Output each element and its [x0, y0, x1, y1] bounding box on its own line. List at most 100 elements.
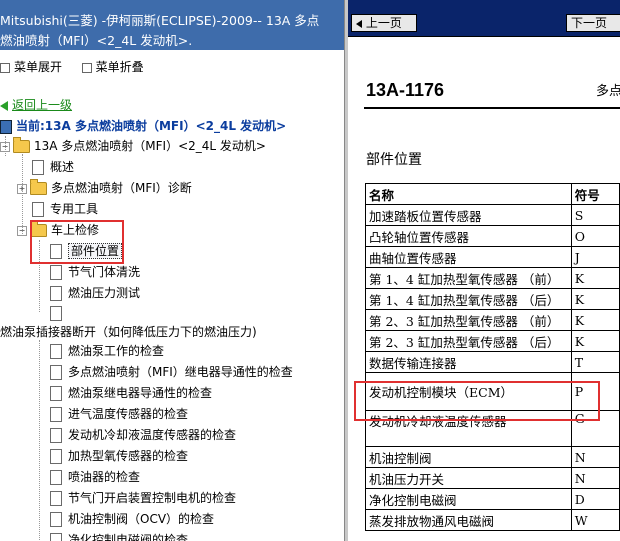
title-line-1: Mitsubishi(三菱) -伊柯丽斯(ECLIPSE)-2009-- 13A…: [0, 13, 320, 28]
left-triangle-icon: [356, 19, 362, 28]
prev-page-button[interactable]: 上一页: [351, 14, 417, 32]
expand-menu-link[interactable]: 菜单展开: [14, 58, 62, 75]
tree-item-diagnosis[interactable]: + 多点燃油喷射（MFI）诊断: [17, 179, 192, 197]
next-page-button[interactable]: 下一页: [566, 14, 620, 32]
component-symbol-cell: N: [570, 467, 620, 489]
back-link[interactable]: 返回上一级: [12, 98, 72, 112]
collapse-toggle-icon[interactable]: −: [17, 225, 27, 236]
component-name-cell: 第 2、3 缸加热型氧传感器 （后）: [365, 330, 572, 352]
component-name-cell: 机油控制阀: [365, 446, 572, 468]
page-icon: [50, 407, 62, 422]
tree-item-check[interactable]: 燃油泵继电器导通性的检查: [50, 384, 212, 402]
section-title: 部件位置: [366, 152, 422, 168]
component-symbol-cell: K: [570, 309, 620, 331]
tree-item-check[interactable]: 节气门开启装置控制电机的检查: [50, 489, 236, 507]
tree-item-check[interactable]: 机油控制阀（OCV）的检查: [50, 510, 214, 528]
expand-toggle-icon[interactable]: +: [17, 183, 27, 194]
table-header-row: 名称 符号: [365, 183, 620, 205]
table-row: 机油控制阀 N: [365, 446, 620, 468]
component-name-cell: 凸轮轴位置传感器: [365, 225, 572, 247]
component-symbol-cell: N: [570, 446, 620, 468]
component-symbol-cell: D: [570, 488, 620, 510]
component-name-cell: 净化控制电磁阀: [365, 488, 572, 510]
title-line-2: 燃油喷射（MFI）<2_4L 发动机>.: [0, 33, 193, 48]
column-header-symbol: 符号: [570, 183, 620, 205]
page-icon: [50, 306, 62, 321]
component-symbol-cell: K: [570, 330, 620, 352]
tree-item-throttle-clean[interactable]: 节气门体清洗: [50, 263, 140, 281]
component-name-cell: 第 1、4 缸加热型氧传感器 （后）: [365, 288, 572, 310]
component-name-cell: 第 2、3 缸加热型氧传感器 （前）: [365, 309, 572, 331]
folder-open-icon: [13, 137, 30, 153]
page-icon: [50, 428, 62, 443]
tree-item-check[interactable]: 喷油器的检查: [50, 468, 140, 486]
current-location: 当前:13A 多点燃油喷射（MFI）<2_4L 发动机>: [0, 117, 286, 135]
page-icon: [50, 344, 62, 359]
page-icon: [50, 386, 62, 401]
component-table: 名称 符号 加速踏板位置传感器 S 凸轮轴位置传感器 O 曲轴位置传感器 J 第 1、4 缸…: [365, 183, 620, 531]
page-icon: [32, 160, 44, 175]
tree-item-pump-connector[interactable]: 燃油泵插接器断开（如何降低压力下的燃油压力): [0, 323, 257, 341]
tree-item-check[interactable]: 净化控制电磁阀的检查: [50, 531, 188, 541]
collapse-menu-link[interactable]: 菜单折叠: [96, 58, 144, 75]
book-icon: [0, 119, 12, 134]
tree-item-root[interactable]: −13A 多点燃油喷射（MFI）<2_4L 发动机>: [0, 137, 266, 155]
component-name-cell: 加速踏板位置传感器: [365, 204, 572, 226]
page-number: 13A-1176: [366, 80, 445, 100]
tree-item-check[interactable]: 加热型氧传感器的检查: [50, 447, 188, 465]
component-symbol-cell: T: [570, 351, 620, 373]
highlight-box: [30, 220, 124, 264]
column-header-name: 名称: [365, 183, 572, 205]
component-symbol-cell: J: [570, 246, 620, 268]
document-title-bar: Mitsubishi(三菱) -伊柯丽斯(ECLIPSE)-2009-- 13A…: [0, 0, 344, 50]
folder-icon: [30, 179, 47, 195]
table-row: 第 1、4 缸加热型氧传感器 （前） K: [365, 267, 620, 289]
table-row: 第 2、3 缸加热型氧传感器 （后） K: [365, 330, 620, 352]
page-icon: [50, 512, 62, 527]
table-row: 加速踏板位置传感器 S: [365, 204, 620, 226]
navigation-tree-panel: Mitsubishi(三菱) -伊柯丽斯(ECLIPSE)-2009-- 13A…: [0, 0, 344, 541]
table-row: 凸轮轴位置传感器 O: [365, 225, 620, 247]
tree-item-check[interactable]: 多点燃油喷射（MFI）继电器导通性的检查: [50, 363, 293, 381]
component-symbol-cell: W: [570, 509, 620, 531]
tree-item-check[interactable]: 发动机冷却液温度传感器的检查: [50, 426, 236, 444]
highlight-box: [354, 381, 600, 421]
component-name-cell: 数据传输连接器: [365, 351, 572, 373]
back-link-row[interactable]: 返回上一级: [0, 96, 72, 114]
component-name-cell: 蒸发排放物通风电磁阀: [365, 509, 572, 531]
page-icon: [50, 491, 62, 506]
table-row: 曲轴位置传感器 J: [365, 246, 620, 268]
page-icon: [32, 202, 44, 217]
tree-line: [39, 340, 40, 541]
component-symbol-cell: O: [570, 225, 620, 247]
menu-toggle-bar: 菜单展开 菜单折叠: [0, 58, 144, 75]
tree-item-check[interactable]: 进气温度传感器的检查: [50, 405, 188, 423]
expand-icon: [0, 62, 10, 73]
document-toolbar: 上一页 下一页: [348, 0, 620, 37]
component-name-cell: 曲轴位置传感器: [365, 246, 572, 268]
collapse-icon: [81, 62, 92, 73]
component-name-cell: 第 1、4 缸加热型氧传感器 （前）: [365, 267, 572, 289]
table-row: 蒸发排放物通风电磁阀 W: [365, 509, 620, 531]
section-heading: 多点: [596, 84, 620, 99]
back-arrow-icon: [0, 100, 8, 111]
collapse-toggle-icon[interactable]: −: [0, 141, 10, 152]
table-row: 第 1、4 缸加热型氧传感器 （后） K: [365, 288, 620, 310]
component-symbol-cell: K: [570, 267, 620, 289]
page-icon: [50, 449, 62, 464]
table-row: 机油压力开关 N: [365, 467, 620, 489]
page-icon: [50, 286, 62, 301]
component-symbol-cell: S: [570, 204, 620, 226]
document-panel: 上一页 下一页 13A-1176 多点 部件位置 名称 符号 加速踏板位置传感器…: [348, 0, 620, 541]
tree-item-check[interactable]: 燃油泵工作的检查: [50, 342, 164, 360]
page-icon: [50, 533, 62, 541]
page-icon: [50, 365, 62, 380]
tree-item-overview[interactable]: 概述: [32, 158, 74, 176]
component-name-cell: 机油压力开关: [365, 467, 572, 489]
tree-item-fuel-pressure-test[interactable]: 燃油压力测试: [50, 284, 140, 302]
table-row: 净化控制电磁阀 D: [365, 488, 620, 510]
component-symbol-cell: K: [570, 288, 620, 310]
table-row: 数据传输连接器 T: [365, 351, 620, 373]
tree-item-blank[interactable]: [50, 304, 68, 322]
tree-item-special-tools[interactable]: 专用工具: [32, 200, 98, 218]
